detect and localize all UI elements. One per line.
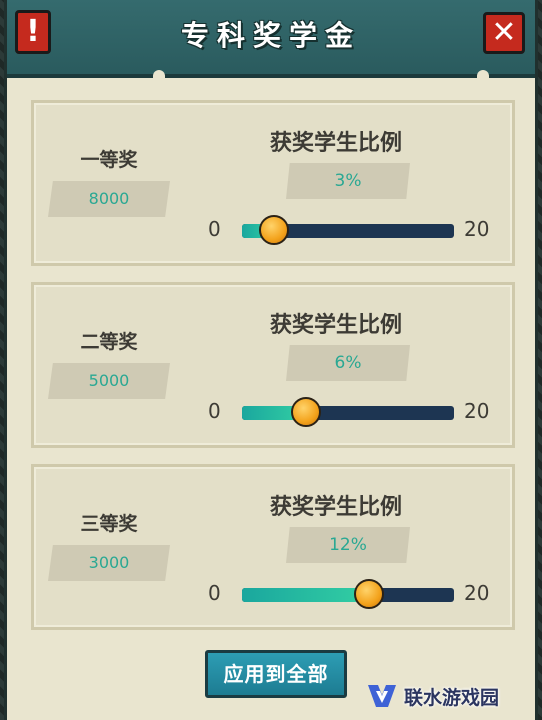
close-icon[interactable]: ✕ <box>483 12 525 54</box>
dialog-header: ! 专科奖学金 ✕ <box>7 0 535 78</box>
percent-display: 12% <box>286 527 410 563</box>
amount-field[interactable]: 5000 <box>48 363 170 399</box>
header-notch-right <box>477 70 489 82</box>
header-notch-left <box>153 70 165 82</box>
slider-knob[interactable] <box>258 215 289 245</box>
tier-name: 三等奖 <box>80 513 138 535</box>
tier-panel-second: 二等奖 5000 获奖学生比例 6% 0 20 <box>31 282 515 448</box>
slider-min-label: 0 <box>208 399 221 423</box>
tier-panel-third: 三等奖 3000 获奖学生比例 12% 0 20 <box>31 464 515 630</box>
tier-panel-first: 一等奖 8000 获奖学生比例 3% 0 20 <box>31 100 515 266</box>
slider-fill <box>242 588 370 602</box>
dialog-title: 专科奖学金 <box>180 19 361 52</box>
watermark-logo-icon <box>368 685 396 707</box>
apply-all-button[interactable]: 应用到全部 <box>205 650 347 698</box>
tier-name: 二等奖 <box>80 331 138 353</box>
slider-knob[interactable] <box>290 397 321 427</box>
watermark: 联水游戏园 <box>366 676 538 716</box>
slider-max-label: 20 <box>464 399 490 423</box>
percent-display: 6% <box>286 345 410 381</box>
percent-display: 3% <box>286 163 410 199</box>
ratio-slider[interactable] <box>242 215 454 245</box>
amount-field[interactable]: 8000 <box>48 181 170 217</box>
ratio-title: 获奖学生比例 <box>270 130 403 156</box>
tier-name: 一等奖 <box>80 149 138 171</box>
scholarship-dialog: ! 专科奖学金 ✕ 一等奖 8000 获奖学生比例 3% 0 20 二等奖 50… <box>4 0 538 720</box>
slider-max-label: 20 <box>464 581 490 605</box>
ratio-title: 获奖学生比例 <box>270 494 403 520</box>
slider-knob[interactable] <box>354 579 385 609</box>
ratio-slider[interactable] <box>242 579 454 609</box>
amount-field[interactable]: 3000 <box>48 545 170 581</box>
watermark-text: 联水游戏园 <box>404 686 500 709</box>
slider-min-label: 0 <box>208 581 221 605</box>
slider-max-label: 20 <box>464 217 490 241</box>
ratio-title: 获奖学生比例 <box>270 312 403 338</box>
slider-min-label: 0 <box>208 217 221 241</box>
ratio-slider[interactable] <box>242 397 454 427</box>
